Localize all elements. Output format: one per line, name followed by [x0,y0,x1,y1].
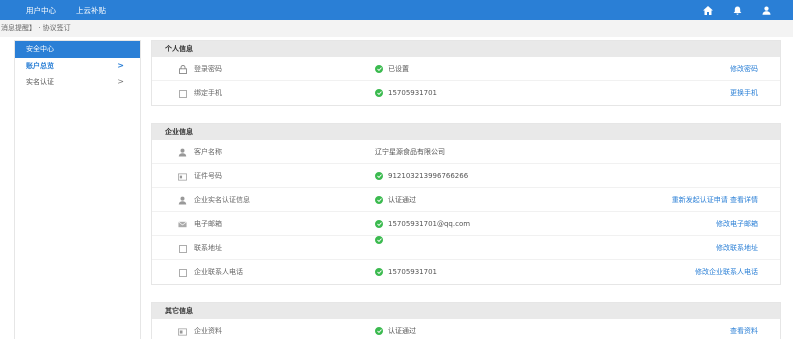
sidebar-item-real-name-auth[interactable]: 实名认证 > [15,74,140,90]
row-action-link[interactable]: 修改密码 [730,57,758,81]
row-action-link[interactable]: 查看资料 [730,319,758,339]
row-value: 认证通过 [375,319,416,339]
user-icon[interactable] [762,6,771,15]
chevron-right-icon: > [117,61,124,70]
row-value-text: 认证通过 [388,196,416,204]
info-row: 电子邮箱 15705931701@qq.com 修改电子邮箱 [152,212,780,236]
info-row: 登录密码 已设置 修改密码 [152,57,780,81]
row-value-text: 认证通过 [388,327,416,335]
address-icon [178,244,187,253]
chevron-right-icon: > [117,77,124,86]
sidebar-title[interactable]: 安全中心 [15,41,140,58]
row-label: 企业联系人电话 [194,268,243,276]
section-title: 企业信息 [152,123,780,140]
mail-icon [178,220,187,229]
row-value: 15705931701 [375,81,437,105]
row-value [375,236,388,244]
check-circle-icon [375,268,383,276]
info-row: 企业资料 认证通过 查看资料 [152,319,780,339]
lock-icon [178,65,187,74]
row-value-text: 15705931701@qq.com [388,220,471,228]
check-circle-icon [375,220,383,228]
row-value: 15705931701 [375,260,437,284]
row-value: 辽宁星源食品有限公司 [375,140,445,164]
section-title: 其它信息 [152,302,780,319]
top-icons [703,0,771,20]
section-title: 个人信息 [152,40,780,57]
row-action-link[interactable]: 修改电子邮箱 [716,212,758,236]
row-value-text: 已设置 [388,65,409,73]
row-action-link[interactable]: 修改企业联系人电话 [695,260,758,284]
row-action-link[interactable]: 重新发起认证申请 查看详情 [672,188,758,212]
check-circle-icon [375,196,383,204]
row-label: 客户名称 [194,148,222,156]
nav-user-center[interactable]: 用户中心 [26,5,56,16]
breadcrumb: 消息提醒】 · 协议签订 [0,20,793,37]
row-value-text: 辽宁星源食品有限公司 [375,148,445,156]
other-info-section: 其它信息 企业资料 认证通过 查看资料 [151,302,781,339]
row-label: 企业实名认证信息 [194,196,250,204]
row-value: 912103213996766266 [375,164,468,188]
check-circle-icon [375,89,383,97]
info-row: 企业实名认证信息 认证通过 重新发起认证申请 查看详情 [152,188,780,212]
check-circle-icon [375,236,383,244]
person-icon [178,148,187,157]
row-value-text: 15705931701 [388,89,437,97]
row-value: 15705931701@qq.com [375,212,470,236]
company-info-section: 企业信息 客户名称 辽宁星源食品有限公司证件号码 91210321399676626… [151,123,781,285]
row-value-text: 15705931701 [388,268,437,276]
check-circle-icon [375,172,383,180]
row-action-link[interactable]: 修改联系地址 [716,236,758,260]
check-circle-icon [375,65,383,73]
personal-info-section: 个人信息 登录密码 已设置 修改密码绑定手机 15705931701 更换手机 [151,40,781,106]
row-value: 认证通过 [375,188,416,212]
row-label: 电子邮箱 [194,220,222,228]
check-circle-icon [375,327,383,335]
row-label: 登录密码 [194,65,222,73]
row-label: 联系地址 [194,244,222,252]
main-content: 个人信息 登录密码 已设置 修改密码绑定手机 15705931701 更换手机 企业信息… [151,40,781,339]
home-icon[interactable] [703,5,713,15]
phone-icon [178,89,187,98]
info-row: 联系地址 修改联系地址 [152,236,780,260]
info-row: 客户名称 辽宁星源食品有限公司 [152,140,780,164]
phone-icon [178,268,187,277]
row-action-link[interactable]: 更换手机 [730,81,758,105]
document-icon [178,327,187,336]
info-row: 证件号码 912103213996766266 [152,164,780,188]
sidebar-item-label: 账户总览 [26,62,54,70]
top-nav: 用户中心 上云补贴 [26,0,106,20]
bell-icon[interactable] [733,6,742,15]
sidebar: 安全中心 账户总览 > 实名认证 > [14,40,141,339]
row-label: 证件号码 [194,172,222,180]
row-label: 企业资料 [194,327,222,335]
sidebar-item-account-overview[interactable]: 账户总览 > [15,58,140,74]
info-row: 企业联系人电话 15705931701 修改企业联系人电话 [152,260,780,284]
row-label: 绑定手机 [194,89,222,97]
nav-cloud-subsidy[interactable]: 上云补贴 [76,5,106,16]
top-bar: 用户中心 上云补贴 [0,0,793,20]
id-card-icon [178,172,187,181]
person-icon [178,196,187,205]
row-value: 已设置 [375,57,409,81]
row-value-text: 912103213996766266 [388,172,469,180]
info-row: 绑定手机 15705931701 更换手机 [152,81,780,105]
sidebar-item-label: 实名认证 [26,78,54,86]
